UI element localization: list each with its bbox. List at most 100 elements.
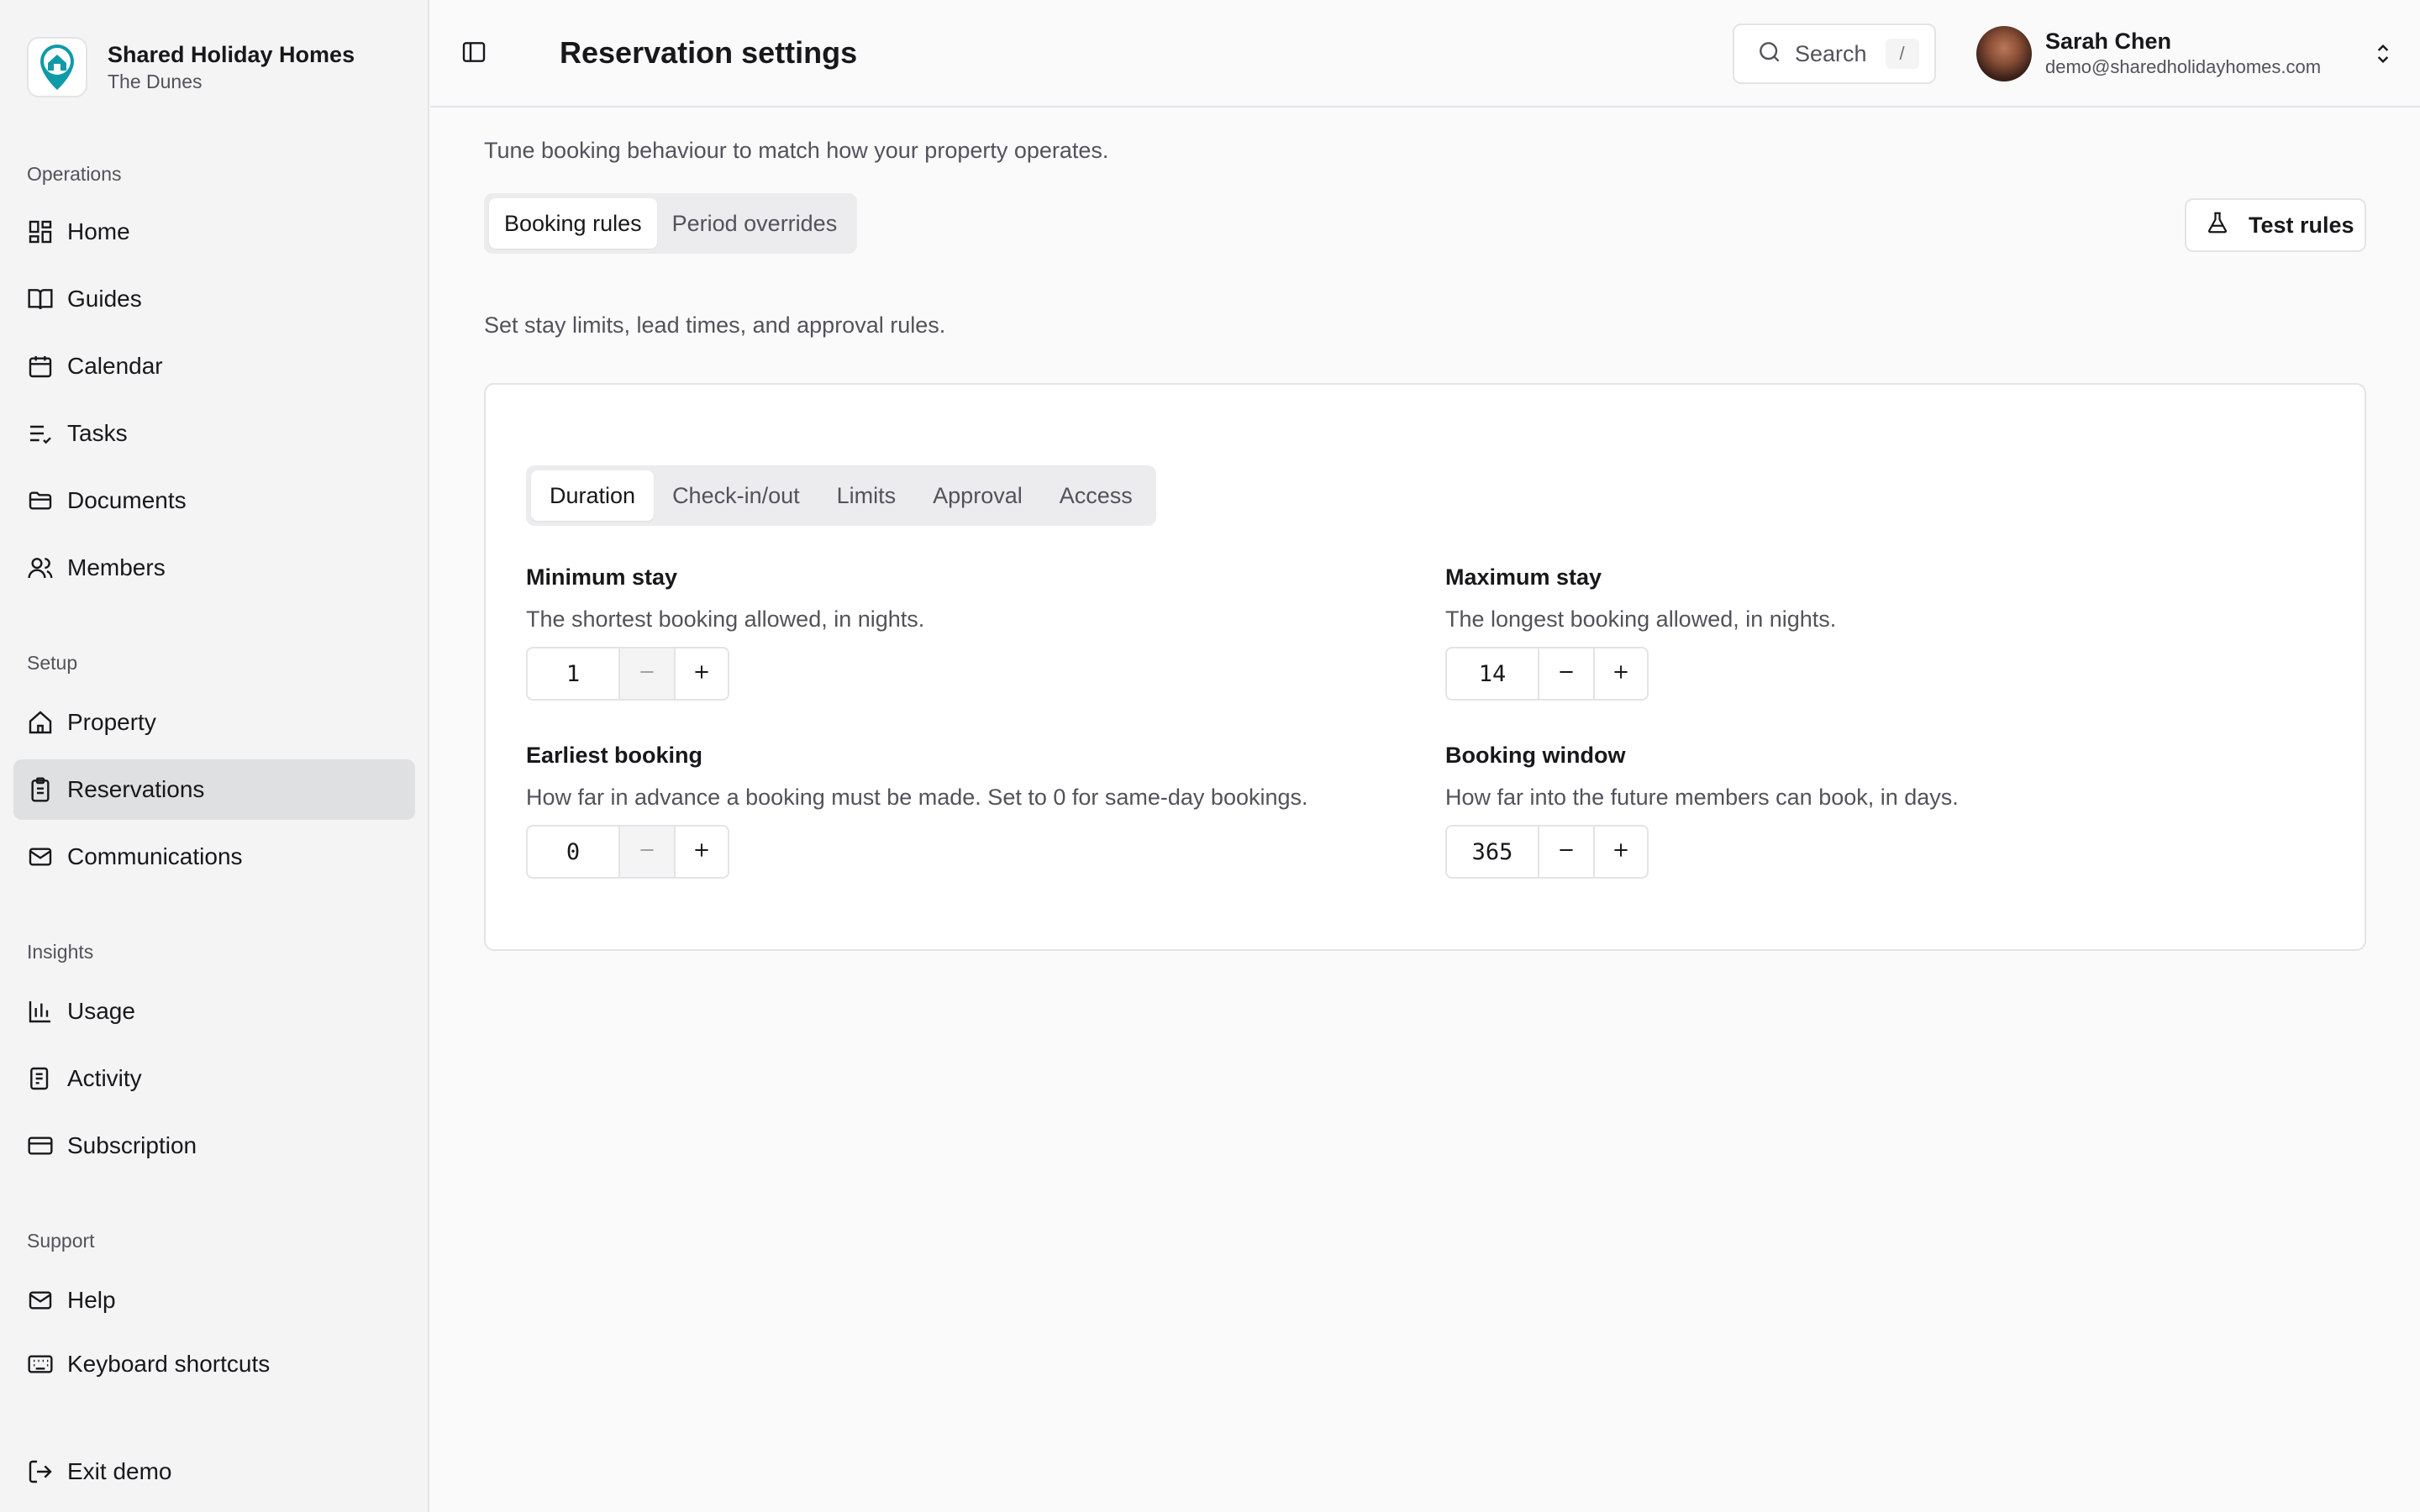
tasks-icon <box>27 420 54 447</box>
tab-check-in-out[interactable]: Check-in/out <box>654 470 818 521</box>
decrement-button[interactable] <box>1539 827 1593 877</box>
sidebar-item-label: Reservations <box>67 776 205 802</box>
history-icon <box>27 1065 54 1092</box>
sidebar: Shared Holiday Homes The Dunes Operation… <box>0 0 429 1512</box>
sidebar-item-label: Tasks <box>67 420 128 446</box>
sidebar-item-label: Exit demo <box>67 1458 172 1484</box>
stepper-value-input[interactable]: 1 <box>528 648 620 699</box>
plus-icon <box>1610 839 1632 865</box>
plus-icon <box>691 839 713 865</box>
sidebar-item-keyboard-shortcuts[interactable]: Keyboard shortcuts <box>13 1334 415 1394</box>
brand-name: Shared Holiday Homes <box>108 42 355 67</box>
search-button[interactable]: Search / <box>1733 24 1936 84</box>
sidebar-item-help[interactable]: Help <box>13 1270 415 1331</box>
folder-icon <box>27 487 54 514</box>
section-label-operations: Operations <box>27 163 122 185</box>
sidebar-item-documents[interactable]: Documents <box>13 470 415 531</box>
sidebar-item-home[interactable]: Home <box>13 202 415 262</box>
brand[interactable]: Shared Holiday Homes The Dunes <box>27 37 355 97</box>
top-bar: Reservation settings Search / Sarah Chen… <box>430 0 2420 108</box>
sidebar-item-label: Calendar <box>67 353 163 379</box>
tab-approval[interactable]: Approval <box>914 470 1041 521</box>
minimum-stay-field: Minimum stay The shortest booking allowe… <box>526 563 1408 701</box>
section-label-setup: Setup <box>27 652 78 674</box>
tab-duration[interactable]: Duration <box>531 470 655 521</box>
keyboard-icon <box>27 1351 54 1378</box>
sidebar-item-activity[interactable]: Activity <box>13 1048 415 1109</box>
increment-button[interactable] <box>1593 827 1647 877</box>
sidebar-toggle-button[interactable] <box>457 37 491 71</box>
avatar <box>1976 26 2032 81</box>
minimum-stay-stepper: 1 <box>526 647 729 701</box>
maximum-stay-stepper: 14 <box>1445 647 1649 701</box>
sidebar-item-communications[interactable]: Communications <box>13 827 415 887</box>
sidebar-item-label: Members <box>67 554 166 580</box>
tab-limits[interactable]: Limits <box>818 470 915 521</box>
earliest-booking-stepper: 0 <box>526 825 729 879</box>
increment-button[interactable] <box>674 648 728 699</box>
book-icon <box>27 286 54 312</box>
rules-card: Duration Check-in/out Limits Approval Ac… <box>484 383 2366 951</box>
page-title: Reservation settings <box>560 35 858 70</box>
sidebar-item-label: Activity <box>67 1065 142 1091</box>
field-label: Earliest booking <box>526 743 703 768</box>
minus-icon <box>1555 839 1577 865</box>
decrement-button[interactable] <box>1539 648 1593 699</box>
decrement-button[interactable] <box>620 827 674 877</box>
sidebar-item-subscription[interactable]: Subscription <box>13 1116 415 1176</box>
sidebar-item-usage[interactable]: Usage <box>13 981 415 1042</box>
stepper-value-input[interactable]: 0 <box>528 827 620 877</box>
tab-period-overrides[interactable]: Period overrides <box>657 198 853 249</box>
sidebar-item-label: Subscription <box>67 1132 197 1158</box>
sidebar-item-label: Help <box>67 1287 116 1313</box>
bar-chart-icon <box>27 998 54 1025</box>
sidebar-item-members[interactable]: Members <box>13 538 415 598</box>
minus-icon <box>636 661 658 687</box>
decrement-button[interactable] <box>620 648 674 699</box>
calendar-icon <box>27 353 54 380</box>
credit-card-icon <box>27 1132 54 1159</box>
user-name: Sarah Chen <box>2045 29 2172 54</box>
sidebar-item-label: Guides <box>67 286 142 312</box>
field-label: Booking window <box>1445 743 1626 768</box>
chevrons-up-down-icon <box>2370 40 2396 67</box>
minus-icon <box>636 839 658 865</box>
user-menu[interactable]: Sarah Chen demo@sharedholidayhomes.com <box>1976 24 2405 84</box>
field-help: The longest booking allowed, in nights. <box>1445 606 1837 632</box>
sidebar-item-label: Property <box>67 709 156 735</box>
section-label-insights: Insights <box>27 941 94 963</box>
increment-button[interactable] <box>1593 648 1647 699</box>
test-rules-button[interactable]: Test rules <box>2185 198 2366 252</box>
sidebar-item-exit-demo[interactable]: Exit demo <box>13 1441 415 1502</box>
field-help: How far in advance a booking must be mad… <box>526 785 1308 810</box>
sidebar-item-tasks[interactable]: Tasks <box>13 403 415 464</box>
rule-category-tabs: Duration Check-in/out Limits Approval Ac… <box>526 465 1156 526</box>
earliest-booking-field: Earliest booking How far in advance a bo… <box>526 741 1408 879</box>
sidebar-item-label: Keyboard shortcuts <box>67 1351 271 1377</box>
sidebar-item-guides[interactable]: Guides <box>13 269 415 329</box>
main-content: Tune booking behaviour to match how your… <box>430 109 2420 1512</box>
clipboard-icon <box>27 776 54 803</box>
increment-button[interactable] <box>674 827 728 877</box>
minus-icon <box>1555 661 1577 687</box>
settings-tabs: Booking rules Period overrides <box>484 193 858 254</box>
page-description: Tune booking behaviour to match how your… <box>484 138 1109 163</box>
sidebar-item-label: Usage <box>67 998 135 1024</box>
sidebar-item-calendar[interactable]: Calendar <box>13 336 415 396</box>
users-icon <box>27 554 54 581</box>
panel-left-icon <box>460 39 487 70</box>
dashboard-icon <box>27 218 54 245</box>
field-help: How far into the future members can book… <box>1445 785 1959 810</box>
stepper-value-input[interactable]: 14 <box>1447 648 1539 699</box>
maximum-stay-field: Maximum stay The longest booking allowed… <box>1445 563 2328 701</box>
stepper-value-input[interactable]: 365 <box>1447 827 1539 877</box>
sidebar-item-reservations[interactable]: Reservations <box>13 759 415 820</box>
home-icon <box>27 709 54 736</box>
sidebar-item-label: Documents <box>67 487 187 513</box>
search-label: Search <box>1795 40 1867 66</box>
plus-icon <box>691 661 713 687</box>
tab-access[interactable]: Access <box>1041 470 1151 521</box>
sidebar-item-property[interactable]: Property <box>13 692 415 753</box>
tab-booking-rules[interactable]: Booking rules <box>489 198 657 249</box>
logout-icon <box>27 1458 54 1485</box>
